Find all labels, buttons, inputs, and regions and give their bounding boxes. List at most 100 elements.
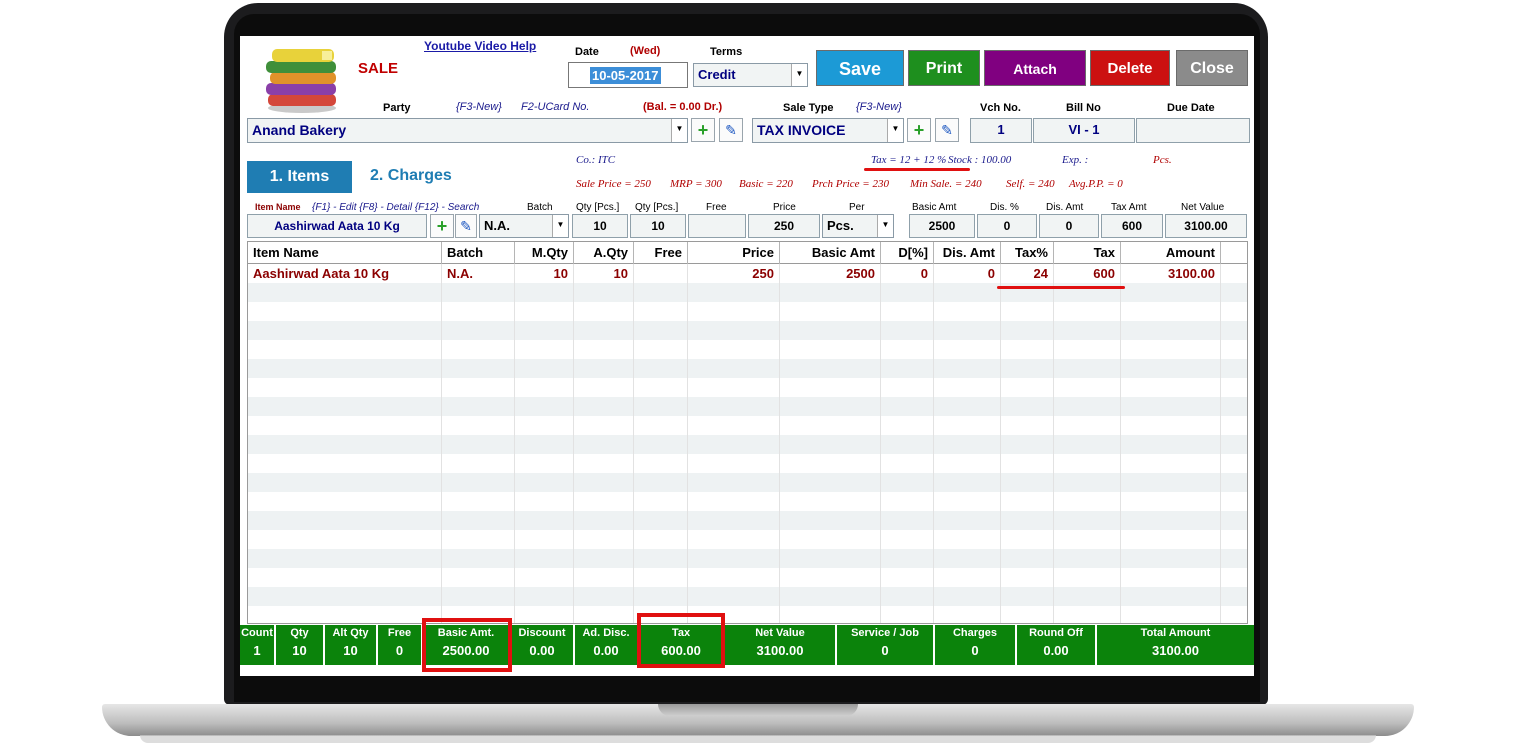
grid-divider [1000,302,1001,321]
grid-col-aqty[interactable]: A.Qty [574,242,634,264]
grid-divider [633,587,634,606]
vch-no-field[interactable]: 1 [970,118,1032,143]
grid-col-item-name[interactable]: Item Name [248,242,442,264]
youtube-help-link[interactable]: Youtube Video Help [424,39,536,53]
empty-table-row[interactable] [248,416,1247,435]
grid-divider [441,587,442,606]
grid-divider [933,473,934,492]
chevron-down-icon[interactable]: ▼ [671,119,687,142]
chevron-down-icon[interactable]: ▼ [791,64,807,86]
party-label: Party [383,102,411,114]
close-button[interactable]: Close [1176,50,1248,86]
grid-col-mqty[interactable]: M.Qty [515,242,574,264]
empty-table-row[interactable] [248,492,1247,511]
print-button[interactable]: Print [908,50,980,86]
entry-free-input[interactable] [688,214,746,238]
grid-col-amount[interactable]: Amount [1121,242,1221,264]
entry-basic-amt-input[interactable]: 2500 [909,214,975,238]
grid-divider [1120,378,1121,397]
add-item-plus-icon[interactable]: + [430,214,454,238]
empty-table-row[interactable] [248,435,1247,454]
cell-aqty: 10 [574,264,634,283]
grid-divider [779,606,780,623]
empty-table-row[interactable] [248,302,1247,321]
entry-net-value-input[interactable]: 3100.00 [1165,214,1247,238]
grid-divider [687,302,688,321]
entry-tax-amt-input[interactable]: 600 [1101,214,1163,238]
grid-col-basic-amt[interactable]: Basic Amt [780,242,881,264]
basic-info: Basic = 220 [739,178,793,190]
sale-type-select[interactable]: TAX INVOICE ▼ [752,118,904,143]
grid-divider [880,530,881,549]
grid-divider [779,473,780,492]
terms-select[interactable]: Credit ▼ [693,63,808,87]
party-select[interactable]: Anand Bakery ▼ [247,118,688,143]
empty-table-row[interactable] [248,568,1247,587]
grid-divider [1000,549,1001,568]
grid-col-price[interactable]: Price [688,242,780,264]
edit-party-pencil-icon[interactable]: ✎ [719,118,743,142]
chevron-down-icon[interactable]: ▼ [887,119,903,142]
tab-items[interactable]: 1. Items [247,161,352,193]
grid-divider [1053,549,1054,568]
empty-table-row[interactable] [248,473,1247,492]
grid-divider [514,378,515,397]
empty-table-row[interactable] [248,549,1247,568]
entry-qty2-input[interactable]: 10 [630,214,686,238]
grid-divider [687,359,688,378]
chevron-down-icon[interactable]: ▼ [877,215,893,237]
grid-col-dis-amt[interactable]: Dis. Amt [934,242,1001,264]
empty-table-row[interactable] [248,340,1247,359]
grid-divider [779,359,780,378]
empty-table-row[interactable] [248,587,1247,606]
edit-sale-type-pencil-icon[interactable]: ✎ [935,118,959,142]
grid-divider [1000,321,1001,340]
grid-divider [1000,511,1001,530]
grid-divider [1220,416,1221,435]
edit-item-pencil-icon[interactable]: ✎ [455,214,477,238]
grid-divider [514,283,515,302]
summary-charges: Charges 0 [935,625,1017,665]
add-sale-type-plus-icon[interactable]: + [907,118,931,142]
tab-charges[interactable]: 2. Charges [370,167,452,185]
empty-table-row[interactable] [248,321,1247,340]
attach-button[interactable]: Attach [984,50,1086,86]
empty-table-row[interactable] [248,606,1247,623]
empty-table-row[interactable] [248,454,1247,473]
sale-type-label: Sale Type [783,102,834,114]
table-row[interactable]: Aashirwad Aata 10 Kg N.A. 10 10 250 2500… [248,264,1247,283]
grid-divider [1000,435,1001,454]
grid-divider [933,568,934,587]
chevron-down-icon[interactable]: ▼ [552,215,568,237]
date-field[interactable]: 10-05-2017 [568,62,688,88]
grid-col-batch[interactable]: Batch [442,242,515,264]
add-party-plus-icon[interactable]: + [691,118,715,142]
entry-dis-pct-input[interactable]: 0 [977,214,1037,238]
entry-per-select[interactable]: Pcs. ▼ [822,214,894,238]
bill-no-field[interactable]: VI - 1 [1033,118,1135,143]
save-button[interactable]: Save [816,50,904,86]
grid-col-tax-pct[interactable]: Tax% [1001,242,1054,264]
due-date-field[interactable] [1136,118,1250,143]
entry-price-label: Price [773,202,796,213]
empty-table-row[interactable] [248,511,1247,530]
grid-divider [1220,397,1221,416]
entry-qty-label: Qty [Pcs.] [576,202,620,213]
empty-table-row[interactable] [248,530,1247,549]
entry-batch-select[interactable]: N.A. ▼ [479,214,569,238]
entry-qty-input[interactable]: 10 [572,214,628,238]
grid-col-free[interactable]: Free [634,242,688,264]
empty-table-row[interactable] [248,359,1247,378]
grid-divider [633,321,634,340]
grid-divider [1120,568,1121,587]
cell-free [634,264,688,283]
empty-table-row[interactable] [248,397,1247,416]
empty-table-row[interactable] [248,378,1247,397]
entry-item-name-input[interactable]: Aashirwad Aata 10 Kg [247,214,427,238]
grid-col-dpct[interactable]: D[%] [881,242,934,264]
delete-button[interactable]: Delete [1090,50,1170,86]
entry-price-input[interactable]: 250 [748,214,820,238]
grid-divider [779,454,780,473]
grid-col-tax[interactable]: Tax [1054,242,1121,264]
entry-dis-amt-input[interactable]: 0 [1039,214,1099,238]
